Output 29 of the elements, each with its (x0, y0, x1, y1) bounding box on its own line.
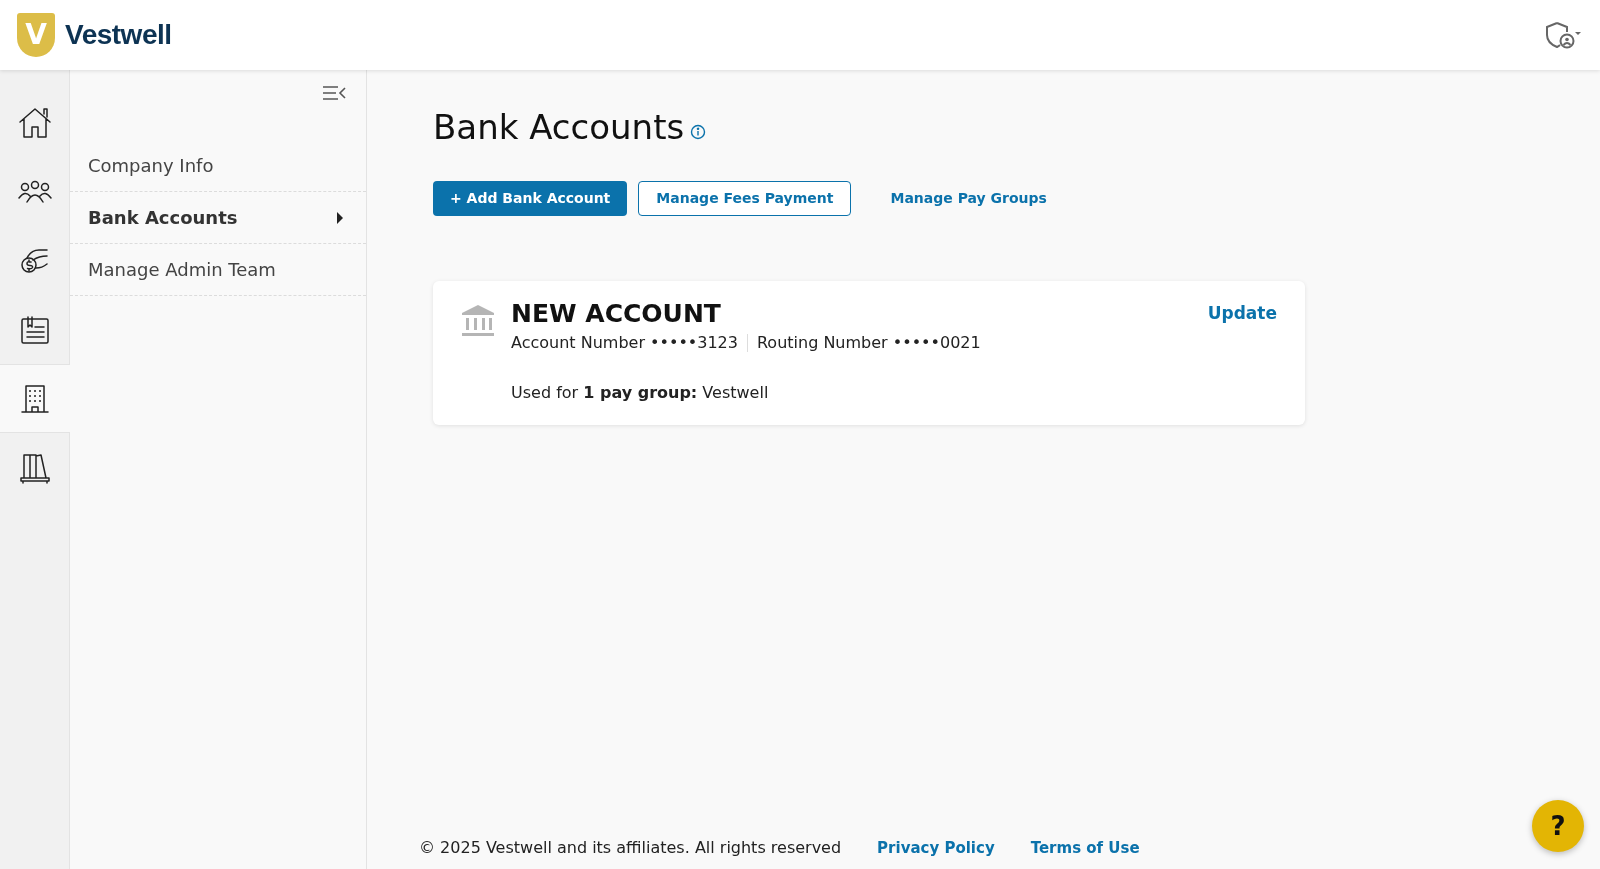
logo-wordmark: Vestwell (65, 18, 172, 52)
manage-fees-payment-button[interactable]: Manage Fees Payment (638, 181, 852, 216)
footer-link[interactable]: Privacy Policy (877, 836, 995, 860)
bank-icon (461, 304, 495, 338)
people-icon (17, 179, 52, 204)
logo-shield-icon: V (17, 13, 55, 57)
pay-group-usage: Used for 1 pay group: Vestwell (511, 382, 770, 404)
collapse-menu-icon[interactable] (322, 85, 346, 101)
info-icon[interactable] (690, 123, 707, 140)
document-icon (19, 314, 50, 345)
sidebar-item[interactable]: Company Info (70, 140, 366, 192)
update-link[interactable]: Update (1207, 301, 1277, 327)
books-icon (18, 451, 51, 484)
account-name: NEW ACCOUNT (511, 299, 722, 329)
help-button[interactable]: ? (1532, 800, 1584, 852)
user-shield-menu-icon[interactable] (1543, 20, 1581, 50)
page-title: Bank Accounts (433, 106, 685, 149)
home-icon (17, 105, 52, 140)
copyright-text: © 2025 Vestwell and its affiliates. All rights reserved (419, 837, 842, 859)
routing-number: Routing Number •••••0021 (756, 332, 981, 354)
nav-rail-item[interactable] (0, 364, 70, 433)
caret-icon (336, 211, 344, 224)
account-number: Account Number •••••3123 (511, 332, 738, 354)
footer-link[interactable]: Terms of Use (1030, 836, 1140, 860)
sidebar-item[interactable]: Manage Admin Team (70, 244, 366, 296)
building-icon (21, 383, 49, 414)
manage-pay-groups-link[interactable]: Manage Pay Groups (862, 181, 1075, 216)
sidebar-item[interactable]: Bank Accounts (70, 192, 366, 244)
add-bank-account-button[interactable]: + Add Bank Account (433, 181, 628, 216)
